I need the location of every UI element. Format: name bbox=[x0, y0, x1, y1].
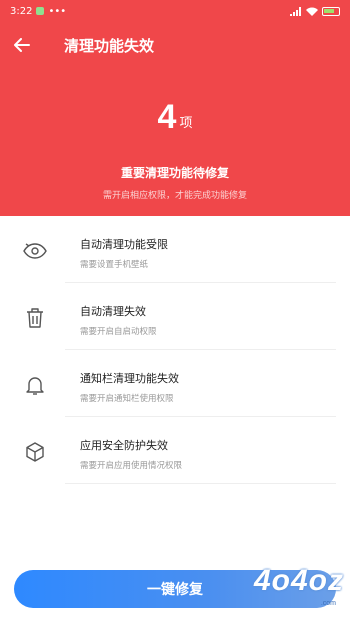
status-bar: 3:22 ••• bbox=[0, 0, 350, 22]
item-title: 应用安全防护失效 bbox=[80, 439, 168, 452]
header-banner: 3:22 ••• 清理功能失效 4项 重要清理功能待修复 需开启相应权限，才能完… bbox=[0, 0, 350, 216]
item-desc: 需要开启通知栏使用权限 bbox=[80, 394, 174, 404]
item-desc: 需要开启自启动权限 bbox=[80, 327, 157, 337]
back-button[interactable] bbox=[0, 28, 44, 62]
issue-list: 自动清理功能受限 需要设置手机壁纸 自动清理失效 需要开启自启动权限 通知栏清理… bbox=[0, 216, 350, 484]
sim-icon bbox=[36, 7, 45, 15]
cube-icon bbox=[20, 437, 50, 467]
top-bar: 清理功能失效 bbox=[0, 28, 350, 62]
list-item[interactable]: 通知栏清理功能失效 需要开启通知栏使用权限 bbox=[0, 350, 350, 417]
list-item[interactable]: 自动清理功能受限 需要设置手机壁纸 bbox=[0, 216, 350, 283]
watermark-domain: .com bbox=[320, 600, 336, 607]
issue-count: 4项 bbox=[0, 98, 350, 137]
summary-note: 需开启相应权限，才能完成功能修复 bbox=[102, 191, 247, 201]
item-title: 自动清理失效 bbox=[80, 305, 146, 318]
eye-refresh-icon bbox=[20, 236, 50, 266]
status-dots: ••• bbox=[48, 5, 67, 17]
status-time: 3:22 bbox=[10, 5, 33, 17]
issue-count-number: 4 bbox=[157, 98, 177, 136]
signal-icon bbox=[290, 6, 301, 16]
divider bbox=[65, 483, 336, 484]
summary-subtitle: 重要清理功能待修复 bbox=[120, 166, 229, 180]
page-title: 清理功能失效 bbox=[64, 36, 155, 55]
item-desc: 需要开启应用使用情况权限 bbox=[80, 461, 183, 471]
item-title: 自动清理功能受限 bbox=[80, 238, 168, 251]
watermark-logo: 4o4oz bbox=[253, 564, 344, 597]
wifi-icon bbox=[306, 7, 318, 16]
list-item[interactable]: 应用安全防护失效 需要开启应用使用情况权限 bbox=[0, 417, 350, 484]
item-title: 通知栏清理功能失效 bbox=[80, 372, 179, 385]
item-desc: 需要设置手机壁纸 bbox=[80, 260, 149, 270]
list-item[interactable]: 自动清理失效 需要开启自启动权限 bbox=[0, 283, 350, 350]
issue-count-unit: 项 bbox=[179, 116, 193, 131]
back-arrow-icon bbox=[14, 38, 30, 52]
battery-icon bbox=[322, 6, 340, 16]
trash-icon bbox=[20, 303, 50, 333]
bell-icon bbox=[20, 370, 50, 400]
